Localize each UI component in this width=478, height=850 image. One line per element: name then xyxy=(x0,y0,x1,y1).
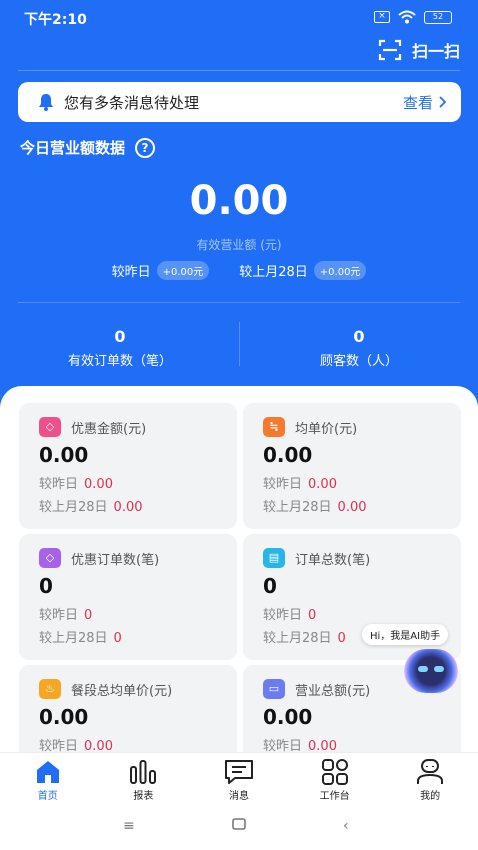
message-icon xyxy=(224,760,253,784)
no-sim-icon: × xyxy=(374,11,390,23)
cmp-lastmonth-label: 较上月28日 xyxy=(239,265,308,280)
card-value: 0 xyxy=(39,574,53,598)
scan-label: 扫一扫 xyxy=(411,42,460,61)
card-cmp-value: 0.00 xyxy=(308,477,337,492)
divider xyxy=(18,302,460,303)
card-title: 营业总额(元) xyxy=(295,683,371,699)
stat-value: 0 xyxy=(353,327,365,346)
card-cmp-label: 较上月28日 xyxy=(39,500,108,515)
tab-label: 消息 xyxy=(228,791,249,802)
card-title: 均单价(元) xyxy=(295,421,358,437)
coupon-icon: ◇ xyxy=(39,548,61,568)
chart-icon xyxy=(130,760,157,784)
profile-icon xyxy=(417,759,444,784)
notice-text: 您有多条消息待处理 xyxy=(64,93,200,112)
workbench-icon xyxy=(321,759,348,785)
card-cmp-value: 0.00 xyxy=(113,500,143,515)
monitor-icon: ▭ xyxy=(263,679,285,699)
battery-icon: 52 xyxy=(424,10,452,24)
card-cmp-label: 较昨日 xyxy=(263,739,303,752)
card-cmp-value: 0.00 xyxy=(84,739,113,752)
card-title: 优惠订单数(笔) xyxy=(71,552,160,568)
stat-value: 0 xyxy=(114,327,126,346)
card-cmp-label: 较上月28日 xyxy=(39,631,108,646)
cmp-lastmonth-badge: +0.00元 xyxy=(313,261,367,280)
tag-icon: ◇ xyxy=(39,417,61,437)
card-value: 0.00 xyxy=(39,443,89,467)
card-title: 餐段总均单价(元) xyxy=(71,683,173,699)
back-icon[interactable]: ‹ xyxy=(343,818,349,834)
stat-label: 有效订单数（笔） xyxy=(67,354,172,369)
card-cmp-value: 0.00 xyxy=(308,739,337,752)
stat-label: 顾客数（人） xyxy=(319,354,398,369)
notice-view-label: 查看 xyxy=(402,93,433,112)
card-value: 0.00 xyxy=(39,705,89,729)
card-cmp-label: 较昨日 xyxy=(263,477,303,492)
card-cmp-label: 较昨日 xyxy=(39,477,79,492)
card-cmp-label: 较上月28日 xyxy=(263,500,332,515)
cmp-yesterday-label: 较昨日 xyxy=(111,265,151,280)
menu-icon[interactable]: ≡ xyxy=(123,818,135,834)
revenue-label: 有效营业额 (元) xyxy=(196,238,282,252)
status-time: 下午2:10 xyxy=(24,12,87,28)
tab-label: 首页 xyxy=(37,791,58,802)
clipboard-icon: ▤ xyxy=(263,548,285,568)
metrics-sheet: ◇ 优惠金额(元) 0.00 较昨日 0.00 较上月28日 0.00 ≒ 均单价(… xyxy=(0,386,478,752)
card-cmp-value: 0 xyxy=(337,631,346,646)
divider xyxy=(18,70,460,71)
help-icon[interactable]: ? xyxy=(135,137,156,158)
tab-label: 我的 xyxy=(420,791,441,802)
card-cmp-label: 较上月28日 xyxy=(263,631,332,646)
meal-icon: ♨ xyxy=(39,679,61,699)
tab-label: 报表 xyxy=(133,791,154,802)
home-icon xyxy=(36,761,59,783)
tab-reports[interactable]: 报表 xyxy=(96,753,192,804)
tab-label: 工作台 xyxy=(319,791,350,802)
revenue-compare: 较昨日 +0.00元 较上月28日 +0.00元 xyxy=(0,261,478,280)
card-cmp-value: 0.00 xyxy=(84,477,113,492)
stat-customers[interactable]: 0 顾客数（人） xyxy=(259,327,459,369)
system-nav-bar: ≡ ‹ xyxy=(0,804,478,850)
cmp-yesterday-badge: +0.00元 xyxy=(156,261,210,280)
card-cmp-value: 0 xyxy=(113,631,122,646)
card-title: 订单总数(笔) xyxy=(295,552,371,568)
card-cmp-label: 较昨日 xyxy=(39,739,79,752)
stat-valid-orders[interactable]: 0 有效订单数（笔） xyxy=(20,327,220,369)
card-discount-amount[interactable]: ◇ 优惠金额(元) 0.00 较昨日 0.00 较上月28日 0.00 xyxy=(19,403,237,529)
tab-home[interactable]: 首页 xyxy=(0,753,96,804)
ai-assistant-bubble[interactable]: Hi，我是AI助手 xyxy=(362,624,449,645)
status-bar: 下午2:10 × 52 xyxy=(0,0,478,36)
wifi-icon xyxy=(398,10,416,24)
revenue-title: 今日营业额数据 ? xyxy=(20,137,156,158)
card-cmp-label: 较昨日 xyxy=(39,608,79,623)
card-value: 0 xyxy=(263,574,277,598)
home-nav-icon[interactable] xyxy=(232,818,246,834)
card-cmp-label: 较昨日 xyxy=(263,608,303,623)
tab-workbench[interactable]: 工作台 xyxy=(287,753,383,804)
tab-bar: 首页 报表 消息 工作台 我的 xyxy=(0,752,478,804)
revenue-value: 0.00 xyxy=(189,178,289,224)
price-icon: ≒ xyxy=(263,417,285,437)
card-average-price[interactable]: ≒ 均单价(元) 0.00 较昨日 0.00 较上月28日 0.00 xyxy=(243,403,461,529)
notice-bar[interactable]: 您有多条消息待处理 查看 xyxy=(18,82,461,122)
card-cmp-value: 0.00 xyxy=(337,500,367,515)
scan-icon xyxy=(378,39,402,61)
scan-button[interactable]: 扫一扫 xyxy=(378,38,460,62)
card-cmp-value: 0 xyxy=(84,608,93,623)
chevron-right-icon xyxy=(439,96,447,108)
card-discount-orders[interactable]: ◇ 优惠订单数(笔) 0 较昨日 0 较上月28日 0 xyxy=(19,534,237,660)
revenue-title-text: 今日营业额数据 xyxy=(20,139,126,157)
card-cmp-value: 0 xyxy=(308,608,317,623)
status-icons: × 52 xyxy=(374,10,452,24)
notice-view-link[interactable]: 查看 xyxy=(403,92,447,113)
card-meal-average-price[interactable]: ♨ 餐段总均单价(元) 0.00 较昨日 0.00 xyxy=(19,665,237,752)
tab-profile[interactable]: 我的 xyxy=(382,753,478,804)
divider xyxy=(239,322,240,366)
card-value: 0.00 xyxy=(263,705,313,729)
card-value: 0.00 xyxy=(263,443,313,467)
card-title: 优惠金额(元) xyxy=(71,421,147,437)
tab-messages[interactable]: 消息 xyxy=(191,753,287,804)
ai-assistant-icon[interactable] xyxy=(404,649,458,693)
bell-icon xyxy=(39,94,53,111)
